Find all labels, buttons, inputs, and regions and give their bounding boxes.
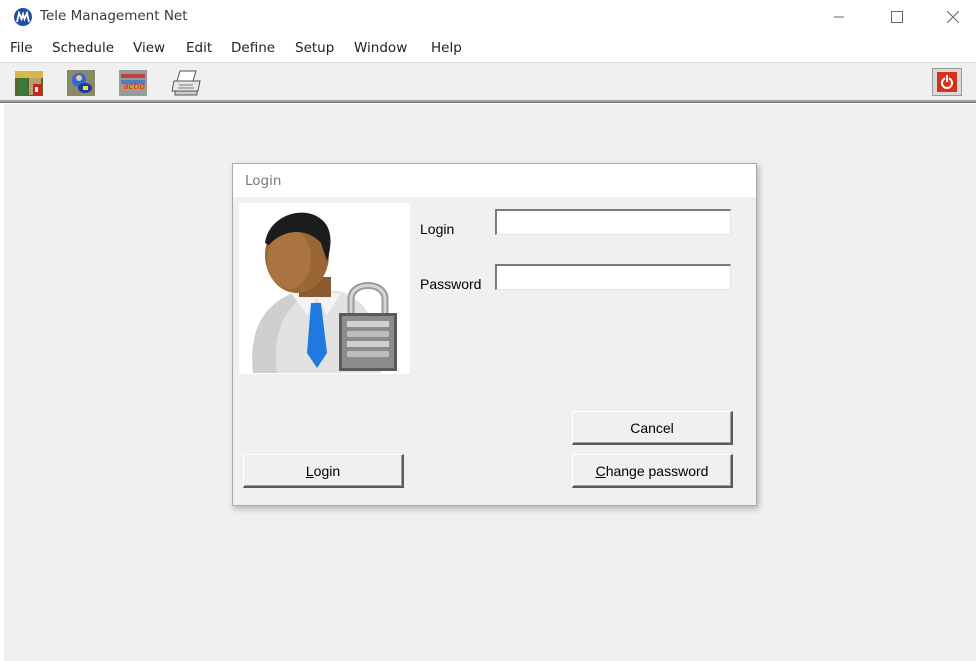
close-icon	[947, 11, 959, 23]
menu-window[interactable]: Window	[354, 40, 407, 56]
power-icon	[937, 72, 957, 92]
menu-bar: File Schedule View Edit Define Setup Win…	[0, 38, 976, 62]
password-input[interactable]	[495, 264, 731, 290]
login-dialog: Login Login Password Cancel Login Change…	[232, 163, 757, 506]
action-icon: actio	[119, 70, 147, 96]
login-button[interactable]: Login	[243, 454, 404, 488]
users-button[interactable]	[64, 67, 98, 99]
login-input[interactable]	[495, 209, 731, 235]
toolbar: actio	[0, 62, 976, 102]
power-button[interactable]	[932, 68, 962, 96]
cancel-button[interactable]: Cancel	[572, 411, 733, 445]
action-button[interactable]: actio	[116, 67, 150, 99]
menu-view[interactable]: View	[133, 40, 165, 56]
password-label: Password	[420, 276, 482, 292]
minimize-icon	[834, 16, 844, 18]
user-lock-icon	[252, 212, 397, 373]
exit-door-icon	[15, 71, 43, 96]
window-title: Tele Management Net	[40, 8, 188, 24]
app-logo-icon	[14, 8, 32, 26]
close-button[interactable]	[930, 0, 976, 34]
change-password-button[interactable]: Change password	[572, 454, 733, 488]
maximize-button[interactable]	[874, 0, 920, 34]
toolbar-divider	[0, 100, 976, 103]
dialog-title: Login	[245, 173, 282, 189]
user-key-icon	[67, 70, 95, 96]
user-lock-image	[239, 203, 410, 374]
maximize-icon	[891, 11, 903, 23]
menu-setup[interactable]: Setup	[295, 40, 334, 56]
printer-icon	[171, 70, 201, 96]
cancel-button-label: Cancel	[630, 419, 674, 436]
svg-text:actio: actio	[123, 82, 145, 92]
print-button[interactable]	[170, 67, 204, 99]
menu-schedule[interactable]: Schedule	[52, 40, 114, 56]
dialog-titlebar: Login	[233, 164, 756, 197]
menu-help[interactable]: Help	[431, 40, 462, 56]
menu-file[interactable]: File	[10, 40, 33, 56]
window-titlebar: Tele Management Net	[0, 0, 976, 36]
change-password-button-label: Change password	[595, 462, 709, 479]
menu-define[interactable]: Define	[231, 40, 275, 56]
login-button-label: Login	[305, 462, 341, 479]
minimize-button[interactable]	[816, 0, 862, 34]
exit-button[interactable]	[12, 67, 46, 99]
login-label: Login	[420, 221, 455, 237]
menu-edit[interactable]: Edit	[186, 40, 212, 56]
